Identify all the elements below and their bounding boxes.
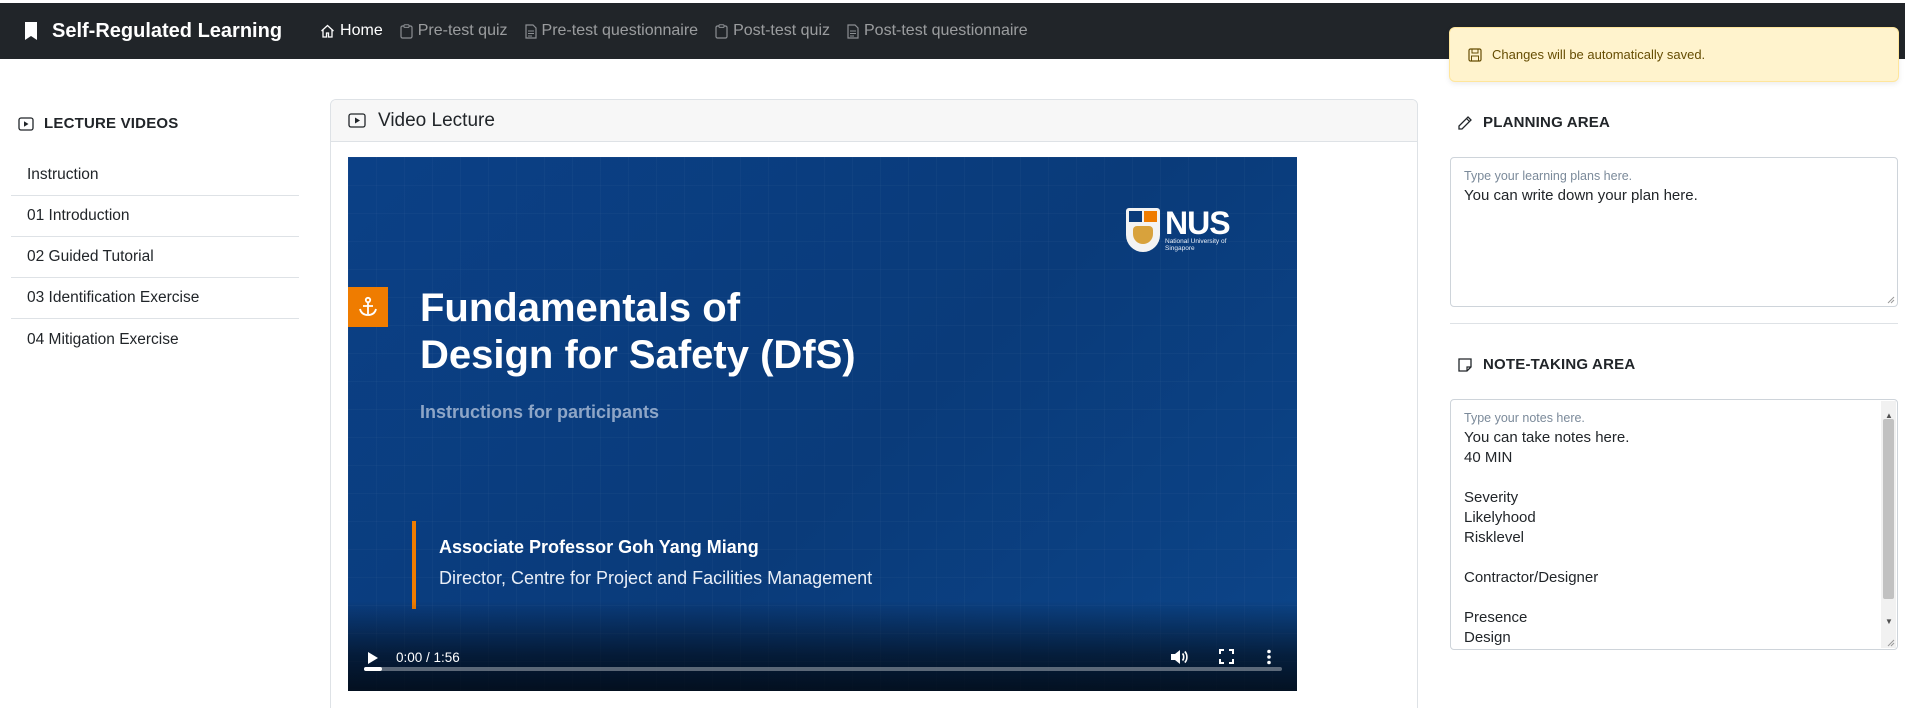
volume-icon[interactable] (1170, 649, 1188, 665)
note-line: Presence (1464, 609, 1528, 626)
nav-pretest-quiz[interactable]: Pre-test quiz (400, 22, 508, 40)
note-taking-heading: NOTE-TAKING AREA (1457, 356, 1635, 373)
scroll-down-icon[interactable]: ▼ (1885, 612, 1893, 632)
note-line (1464, 548, 1867, 568)
lesson-item-mitigation-exercise[interactable]: 04 Mitigation Exercise (11, 319, 299, 360)
video-time: 0:00 / 1:56 (396, 650, 460, 665)
slide-subtitle: Instructions for participants (420, 402, 660, 422)
planning-text: You can write down your plan here. (1464, 187, 1698, 204)
planning-area-heading: PLANNING AREA (1457, 114, 1610, 131)
planning-placeholder: Type your learning plans here. (1464, 169, 1633, 183)
resize-handle-icon[interactable] (1886, 638, 1895, 647)
nav-posttest-questionnaire[interactable]: Post-test questionnaire (847, 22, 1028, 40)
nav-posttest-quiz[interactable]: Post-test quiz (715, 22, 830, 40)
lesson-item-identification-exercise[interactable]: 03 Identification Exercise (11, 278, 299, 319)
planning-area-title: PLANNING AREA (1483, 114, 1611, 131)
document-icon (524, 23, 537, 39)
note-line (1464, 468, 1867, 488)
brand[interactable]: Self-Regulated Learning (24, 20, 282, 43)
lecture-sidebar: LECTURE VIDEOS Instruction 01 Introducti… (11, 115, 299, 360)
resize-handle-icon[interactable] (1886, 295, 1895, 304)
accent-bar (412, 521, 416, 609)
note-line: Risklevel (1464, 529, 1525, 546)
lecture-videos-title: LECTURE VIDEOS (44, 115, 179, 132)
clipboard-icon (715, 23, 728, 39)
slide-title-line2: Design for Safety (DfS) (420, 333, 856, 377)
nus-logo-subtext: National University of Singapore (1165, 238, 1227, 252)
notes-textarea[interactable]: Type your notes here. You can take notes… (1450, 399, 1898, 650)
note-line: 40 MIN (1464, 449, 1513, 466)
note-line: Likelyhood (1464, 509, 1536, 526)
bookmark-icon (25, 22, 37, 40)
home-icon (321, 24, 334, 38)
pencil-icon (1458, 115, 1472, 130)
nus-crest-icon (1126, 208, 1160, 252)
card-title: Video Lecture (378, 109, 495, 131)
video-player[interactable]: NUS National University of Singapore Fun… (348, 157, 1297, 691)
toast-message: Changes will be automatically saved. (1492, 47, 1706, 62)
scroll-thumb[interactable] (1883, 419, 1894, 599)
nav-pretest-questionnaire-label: Pre-test questionnaire (541, 22, 699, 39)
lesson-item-instruction[interactable]: Instruction (11, 155, 299, 196)
video-progress-bar[interactable] (364, 667, 1282, 671)
lesson-item-guided-tutorial[interactable]: 02 Guided Tutorial (11, 237, 299, 278)
lecture-videos-heading: LECTURE VIDEOS (18, 115, 299, 132)
nav-home[interactable]: Home (320, 22, 383, 40)
card-header: Video Lecture (331, 100, 1417, 142)
lesson-item-introduction[interactable]: 01 Introduction (11, 196, 299, 237)
note-line: You can take notes here. (1464, 429, 1630, 446)
play-box-icon (18, 116, 34, 131)
note-line: Severity (1464, 489, 1519, 506)
nus-logo-text: NUS (1165, 205, 1231, 241)
clipboard-icon (400, 23, 413, 39)
nus-logo: NUS National University of Singapore (1126, 205, 1235, 252)
sticky-note-icon (1458, 357, 1472, 372)
play-icon[interactable] (366, 651, 380, 665)
play-box-icon (348, 113, 366, 128)
slide-presenter: Associate Professor Goh Yang Miang (439, 537, 759, 557)
note-taking-title: NOTE-TAKING AREA (1483, 356, 1636, 373)
autosave-toast: Changes will be automatically saved. (1449, 27, 1899, 82)
panel-divider (1450, 323, 1898, 324)
note-line (1464, 588, 1867, 608)
fullscreen-icon[interactable] (1219, 649, 1234, 664)
more-options-icon[interactable] (1266, 649, 1272, 665)
slide-title-line1: Fundamentals of (420, 286, 741, 330)
slide-presenter-role: Director, Centre for Project and Facilit… (439, 568, 873, 588)
video-progress-fill (364, 667, 383, 671)
brand-title: Self-Regulated Learning (52, 19, 283, 42)
note-line: Design (1464, 629, 1511, 646)
slide-title: Fundamentals of Design for Safety (DfS) (420, 285, 856, 379)
video-controls (348, 601, 1297, 691)
notes-placeholder: Type your notes here. (1464, 411, 1585, 425)
notes-scrollbar[interactable]: ▲ ▼ (1881, 401, 1896, 648)
nav-pretest-quiz-label: Pre-test quiz (417, 22, 508, 39)
lesson-list: Instruction 01 Introduction 02 Guided Tu… (11, 155, 299, 360)
nav-posttest-quiz-label: Post-test quiz (733, 22, 830, 39)
note-line: Contractor/Designer (1464, 569, 1599, 586)
document-icon (847, 23, 859, 39)
anchor-icon (348, 287, 388, 327)
nav-pretest-questionnaire[interactable]: Pre-test questionnaire (524, 22, 699, 40)
nav-home-label: Home (340, 22, 383, 39)
save-icon (1468, 47, 1482, 62)
planning-textarea[interactable]: Type your learning plans here. You can w… (1450, 157, 1898, 307)
nav-posttest-questionnaire-label: Post-test questionnaire (864, 22, 1028, 39)
